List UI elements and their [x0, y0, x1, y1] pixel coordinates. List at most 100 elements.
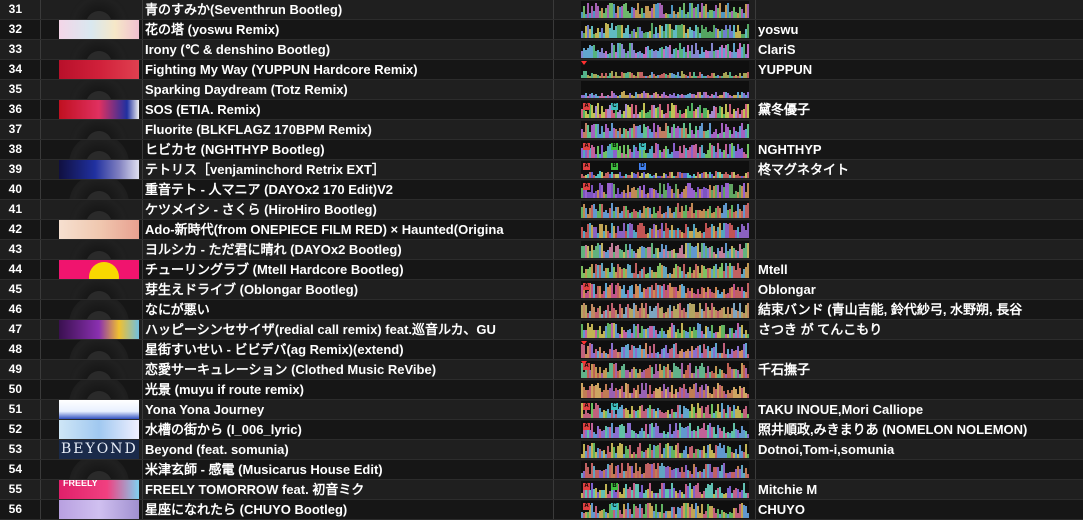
track-row[interactable]: 52 水槽の街から (I_006_lyric) A 照井順政,みきまりあ (NOMEL… — [0, 420, 1083, 440]
track-artist — [758, 220, 1083, 239]
column-divider — [142, 320, 143, 339]
hot-cue-icon[interactable]: A — [583, 483, 590, 490]
waveform-bar — [747, 474, 749, 478]
column-divider — [142, 480, 143, 499]
waveform-bar — [747, 223, 749, 238]
track-waveform[interactable]: AB — [581, 480, 749, 499]
track-waveform[interactable]: AC — [581, 500, 749, 519]
hot-cue-icon[interactable]: A — [583, 143, 590, 150]
track-waveform[interactable]: ABD — [581, 160, 749, 179]
track-row[interactable]: 46 なにが悪い 結束バンド (青山吉能, 鈴代紗弓, 水野朔, 長谷 — [0, 300, 1083, 320]
column-divider — [142, 440, 143, 459]
track-waveform[interactable] — [581, 20, 749, 39]
hot-cue-icon[interactable]: C — [611, 103, 618, 110]
waveform-bar — [747, 493, 749, 498]
track-number: 41 — [8, 202, 22, 216]
track-artist: さつき が てんこもり — [758, 322, 883, 337]
vinyl-placeholder-icon — [69, 0, 129, 19]
track-waveform[interactable]: AC — [581, 100, 749, 119]
track-row[interactable]: 33 Irony (℃ & denshino Bootleg) ClariS — [0, 40, 1083, 60]
hot-cue-icon[interactable]: A — [583, 163, 590, 170]
hot-cue-icon[interactable]: A — [583, 183, 590, 190]
track-waveform[interactable] — [581, 240, 749, 259]
track-row[interactable]: 31 青のすみか(Seventhrun Bootleg) — [0, 0, 1083, 20]
track-row[interactable]: 47 ハッピーシンセサイザ(redial call remix) feat.巡音ル… — [0, 320, 1083, 340]
track-waveform[interactable]: A — [581, 360, 749, 379]
track-row[interactable]: 48 星街すいせい - ビビデバ(ag Remix)(extend) — [0, 340, 1083, 360]
hot-cue-icon[interactable]: B — [611, 163, 618, 170]
track-number: 35 — [8, 82, 22, 96]
track-waveform[interactable] — [581, 40, 749, 59]
hot-cue-icon[interactable]: A — [583, 503, 590, 510]
track-waveform[interactable] — [581, 0, 749, 19]
track-waveform[interactable] — [581, 340, 749, 359]
hot-cue-icon[interactable]: C — [639, 143, 646, 150]
hot-cue-icon[interactable]: B — [611, 143, 618, 150]
track-waveform[interactable] — [581, 80, 749, 99]
hot-cue-icon[interactable]: A — [583, 403, 590, 410]
track-row[interactable]: 45 芽生えドライブ (Oblongar Bootleg) A Oblongar — [0, 280, 1083, 300]
track-waveform[interactable]: A — [581, 280, 749, 299]
column-divider — [142, 280, 143, 299]
column-divider — [142, 60, 143, 79]
hot-cue-icon[interactable]: A — [583, 283, 590, 290]
hot-cue-icon[interactable]: A — [583, 363, 590, 370]
track-row[interactable]: 43 ヨルシカ - ただ君に晴れ (DAYOx2 Bootleg) — [0, 240, 1083, 260]
track-row[interactable]: 42 Ado-新時代(from ONEPIECE FILM RED) × Haun… — [0, 220, 1083, 240]
vinyl-placeholder-icon — [69, 280, 129, 299]
track-waveform[interactable] — [581, 60, 749, 79]
track-row[interactable]: 54 米津玄師 - 感電 (Musicarus House Edit) — [0, 460, 1083, 480]
track-waveform[interactable] — [581, 380, 749, 399]
track-row[interactable]: 37 Fluorite (BLKFLAGZ 170BPM Remix) — [0, 120, 1083, 140]
track-row[interactable]: 55 FREELY FREELY TOMORROW feat. 初音ミク A B Mitc… — [0, 480, 1083, 500]
track-waveform[interactable] — [581, 460, 749, 479]
column-divider — [553, 260, 554, 279]
track-waveform[interactable]: A — [581, 180, 749, 199]
vinyl-placeholder-icon — [69, 360, 129, 379]
track-row[interactable]: 38 ヒビカセ (NGHTHYP Bootleg) A B C NGHTHYP — [0, 140, 1083, 160]
hot-cue-icon[interactable]: A — [583, 103, 590, 110]
hot-cue-icon[interactable]: B — [611, 483, 618, 490]
hot-cue-icon[interactable]: C — [611, 503, 618, 510]
track-waveform[interactable] — [581, 300, 749, 319]
track-artwork — [59, 260, 139, 279]
track-row[interactable]: 56 星座になれたら (CHUYO Bootleg) A C CHUYO — [0, 500, 1083, 520]
column-divider — [142, 180, 143, 199]
vinyl-placeholder-icon — [69, 180, 129, 199]
track-waveform[interactable]: A B C — [581, 140, 749, 159]
track-row[interactable]: 51 Yona Yona Journey A C TAKU INOUE,Mori Cal… — [0, 400, 1083, 420]
track-row[interactable]: 34 Fighting My Way (YUPPUN Hardcore Remix… — [0, 60, 1083, 80]
track-row[interactable]: 41 ケツメイシ - さくら (HiroHiro Bootleg) — [0, 200, 1083, 220]
hot-cue-icon[interactable]: A — [583, 423, 590, 430]
track-waveform[interactable] — [581, 260, 749, 279]
track-waveform[interactable] — [581, 200, 749, 219]
column-divider — [40, 360, 41, 379]
track-artist — [758, 380, 1083, 399]
hot-cue-icon[interactable]: C — [611, 403, 618, 410]
track-waveform[interactable]: AC — [581, 400, 749, 419]
track-row[interactable]: 49 恋愛サーキュレーション (Clothed Music ReVibe) A 千石撫… — [0, 360, 1083, 380]
track-waveform[interactable] — [581, 120, 749, 139]
track-row[interactable]: 32 花の塔 (yoswu Remix) yoswu — [0, 20, 1083, 40]
track-title: 芽生えドライブ (Oblongar Bootleg) — [145, 282, 359, 297]
column-divider — [755, 380, 756, 399]
track-artist — [758, 240, 1083, 259]
track-row[interactable]: 53 BEYOND Beyond (feat. somunia) Dotnoi,Tom… — [0, 440, 1083, 460]
track-row[interactable]: 39 テトリス［venjaminchord Retrix EXT］ A B D 柊マグネタ… — [0, 160, 1083, 180]
track-row[interactable]: 50 光景 (muyu if route remix) — [0, 380, 1083, 400]
vinyl-placeholder-icon — [69, 120, 129, 139]
track-row[interactable]: 44 チューリングラブ (Mtell Hardcore Bootleg) Mtell — [0, 260, 1083, 280]
track-row[interactable]: 40 重音テト - 人マニア (DAYOx2 170 Edit)V2 A — [0, 180, 1083, 200]
hot-cue-icon[interactable]: D — [639, 163, 646, 170]
track-artist: yoswu — [758, 22, 799, 37]
track-artist — [758, 0, 1083, 19]
track-number: 52 — [8, 422, 22, 436]
track-waveform[interactable]: A — [581, 420, 749, 439]
track-artwork — [59, 340, 139, 359]
track-waveform[interactable] — [581, 220, 749, 239]
track-waveform[interactable] — [581, 320, 749, 339]
track-row[interactable]: 36 SOS (ETIA. Remix) A C 黛冬優子 — [0, 100, 1083, 120]
track-artist: Oblongar — [758, 282, 816, 297]
track-waveform[interactable] — [581, 440, 749, 459]
track-row[interactable]: 35 Sparking Daydream (Totz Remix) — [0, 80, 1083, 100]
